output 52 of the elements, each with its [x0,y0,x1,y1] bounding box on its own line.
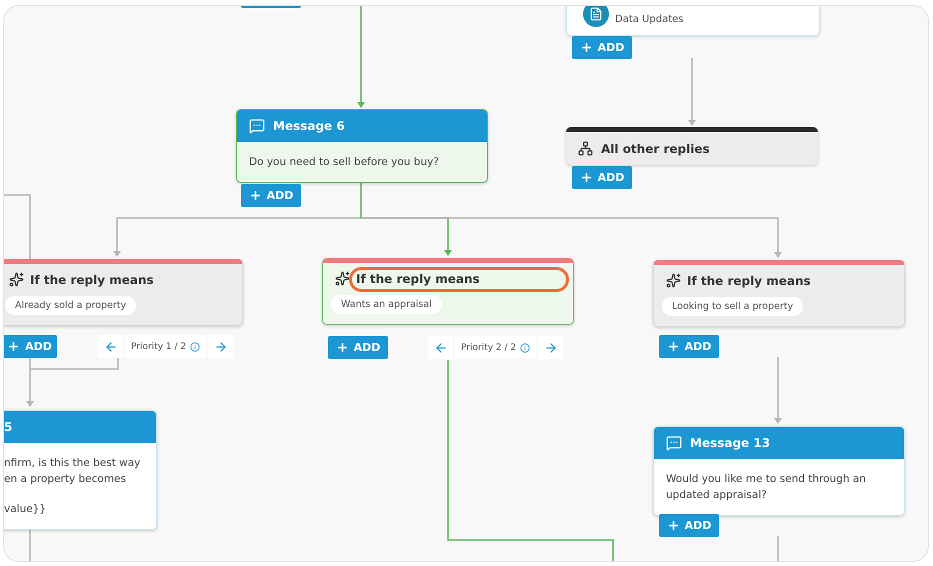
plus-icon [666,519,680,532]
connector-line [777,536,779,561]
arrow-left-icon [104,340,118,354]
arrow-right-icon [214,340,228,354]
plus-icon [580,171,593,184]
sparkle-icon [9,272,24,287]
connector-line [4,194,31,259]
next-button[interactable] [208,335,234,358]
sparkle-icon [666,273,681,288]
message-title: Message 13 [690,436,770,450]
sparkle-icon [335,271,350,286]
connector-line [774,357,782,424]
previous-button[interactable] [428,336,453,359]
fallback-title: All other replies [601,142,710,156]
plus-icon [7,340,20,353]
priority-label: Priority 2 / 2 [461,342,516,352]
message-title: 5 [4,420,12,434]
condition-title: If the reply means [356,272,480,286]
previous-button[interactable] [98,335,123,358]
message-text: Do you need to sell before you buy? [249,155,440,170]
message-card[interactable]: Message 13 Would you like me to send through an updated appraisal? [653,426,905,516]
condition-card[interactable]: If the reply means Looking to sell a property [653,260,905,327]
message-card[interactable]: Message 6 Do you need to sell before you buy? [236,109,488,183]
plus-icon [336,341,349,354]
plus-icon [248,189,262,202]
data-card[interactable]: Data Updates [566,6,820,36]
condition-title: If the reply means [687,274,811,288]
message-text: Would you like me to send through an updated appraisal? [666,472,867,503]
condition-title: If the reply means [30,272,154,286]
next-button[interactable] [538,336,564,359]
priority-label: Priority 1 / 2 [131,342,186,352]
chat-icon [249,118,265,134]
info-icon[interactable] [520,342,530,352]
intent-tag: Looking to sell a property [662,297,804,316]
plus-icon [666,340,680,353]
arrow-right-icon [544,340,558,354]
connector-line [29,528,31,561]
message-title: Message 6 [273,119,345,133]
intent-tag: Already sold a property [5,296,136,315]
chat-icon [666,435,682,451]
connector-line [688,58,696,126]
condition-card[interactable]: If the reply means Wants an appraisal [322,258,574,325]
data-label: Data Updates [615,14,684,25]
fallback-card[interactable]: All other replies [566,127,818,165]
message-text: nfirm, is this the best way en a property becomes [4,456,142,487]
intent-tag: Wants an appraisal [331,295,442,314]
plus-icon [580,41,593,54]
info-icon[interactable] [190,342,200,352]
hierarchy-icon [578,141,593,156]
condition-card[interactable]: If the reply means Already sold a property [4,259,243,326]
message-card[interactable]: 5 nfirm, is this the best way en a property becomes value}} [4,410,157,530]
message-text: value}} [4,502,48,517]
